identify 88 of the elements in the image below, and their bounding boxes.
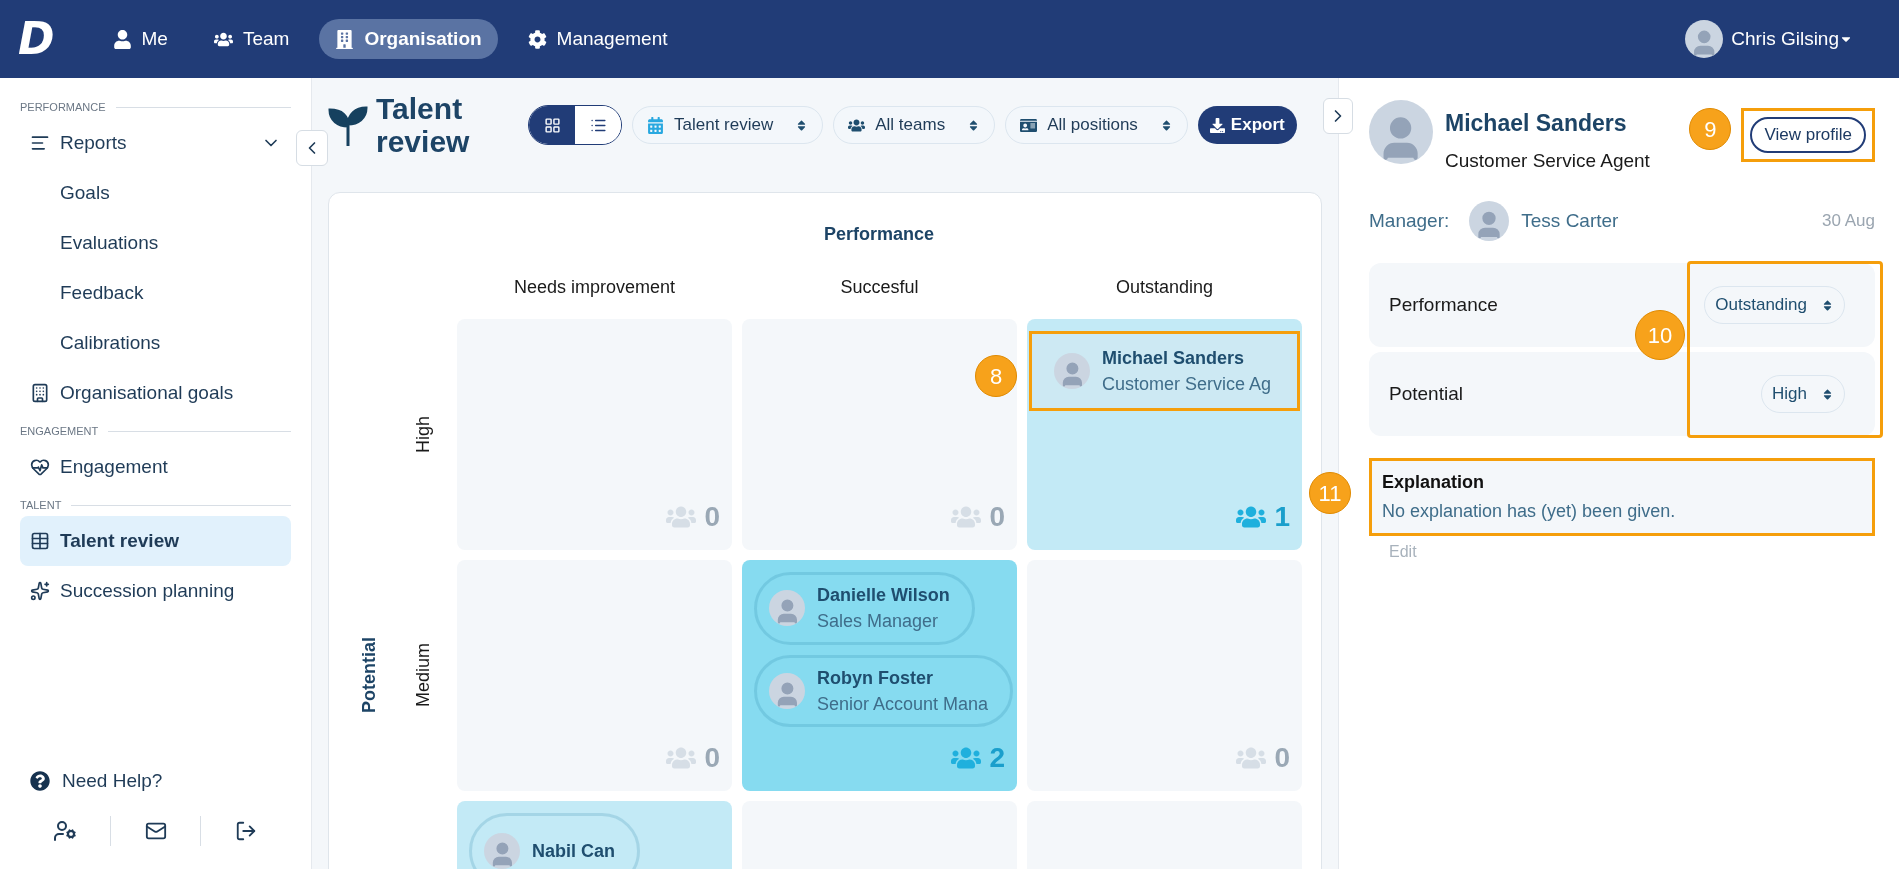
- review-date: 30 Aug: [1822, 210, 1875, 233]
- download-icon: [1209, 117, 1225, 133]
- person-name: Robyn Foster: [817, 666, 934, 690]
- nav-tab[interactable]: Organisation: [319, 19, 498, 59]
- manager-label: Manager:: [1369, 208, 1450, 233]
- person-pill[interactable]: Robyn Foster Senior Account Mana: [754, 654, 1014, 727]
- sidebar-item[interactable]: Calibrations: [20, 318, 291, 368]
- people-count: 2: [989, 741, 1005, 775]
- axis-title: Performance: [822, 223, 936, 246]
- sidebar-icon: [30, 383, 50, 403]
- matrix-cell[interactable]: Nabil Can: [457, 801, 732, 869]
- sidebar-item[interactable]: Feedback: [20, 268, 291, 318]
- nav-icon: [335, 29, 355, 49]
- sidebar-icon: [30, 581, 50, 601]
- avatar: [1685, 20, 1724, 58]
- view-profile-button[interactable]: View profile: [1750, 117, 1866, 153]
- avatar: [484, 833, 520, 869]
- sidebar-icon: [30, 457, 50, 477]
- nav-tab[interactable]: Me: [96, 19, 184, 59]
- column-label: Needs improvement: [512, 276, 677, 299]
- nav-tab[interactable]: Management: [511, 19, 684, 59]
- person-role: Sales Manager: [817, 610, 940, 634]
- nav-icon: [527, 29, 547, 49]
- sidebar-item[interactable]: Organisational goals: [20, 368, 291, 418]
- avatar: [1469, 201, 1510, 241]
- section-heading: ENGAGEMENT: [20, 423, 99, 439]
- nav-tab[interactable]: Team: [197, 19, 306, 59]
- matrix-cell[interactable]: Danielle Wilson Sales Manager Robyn Foster Senior Account Mana 2: [742, 560, 1017, 791]
- calendar-icon: [647, 116, 664, 134]
- matrix-cell[interactable]: Michael Sanders Customer Service Ag 1: [1027, 319, 1302, 550]
- filter-select[interactable]: Talent review: [632, 106, 824, 144]
- avatar: [769, 672, 805, 709]
- callout-badge: 9: [1689, 108, 1732, 150]
- help-link[interactable]: Need Help?: [0, 759, 311, 803]
- mail-icon[interactable]: [144, 820, 167, 842]
- export-button[interactable]: Export: [1197, 106, 1297, 144]
- person-pill[interactable]: Danielle Wilson Sales Manager: [754, 572, 975, 645]
- sidebar-item[interactable]: Evaluations: [20, 218, 291, 268]
- person-pill[interactable]: Nabil Can: [469, 813, 640, 869]
- sidebar-item[interactable]: Engagement: [20, 442, 291, 492]
- sidebar-item[interactable]: Reports: [20, 118, 291, 168]
- page-title: Talent review: [376, 92, 471, 158]
- explanation-title: Explanation: [1382, 471, 1485, 494]
- row-label: Medium: [411, 643, 434, 708]
- column-label: Succesful: [839, 276, 920, 299]
- row-label: High: [411, 416, 434, 453]
- sidebar-item[interactable]: Talent review: [20, 516, 291, 566]
- manager-name: Tess Carter: [1521, 208, 1619, 233]
- person-name: Nabil Can: [532, 839, 615, 863]
- explanation-text: No explanation has (yet) been given.: [1382, 500, 1677, 523]
- axis-title: Potential: [357, 637, 380, 714]
- people-count: 0: [1274, 741, 1290, 775]
- filter-select[interactable]: All teams: [833, 106, 996, 144]
- person-name: Danielle Wilson: [817, 584, 950, 608]
- sort-icon: [1821, 298, 1834, 312]
- positions-icon: [1020, 116, 1038, 134]
- person-card[interactable]: Michael Sanders Customer Service Ag: [1029, 331, 1300, 411]
- grid-icon: [543, 116, 561, 134]
- person-role: Senior Account Mana: [817, 692, 989, 716]
- section-heading: PERFORMANCE: [20, 99, 106, 115]
- avatar: [769, 590, 805, 627]
- column-label: Outstanding: [1114, 276, 1215, 299]
- help-icon: [30, 771, 50, 791]
- people-count: 0: [989, 500, 1005, 534]
- sidebar-item[interactable]: Succession planning: [20, 566, 291, 616]
- person-name: Michael Sanders: [1102, 346, 1246, 370]
- sidebar-icon: [30, 531, 50, 551]
- rating-label: Performance: [1389, 292, 1498, 317]
- people-count: 0: [704, 500, 720, 534]
- user-menu[interactable]: Chris Gilsing: [1731, 24, 1853, 54]
- sidebar-icon: [30, 133, 50, 153]
- logo[interactable]: D: [18, 17, 55, 61]
- filter-select[interactable]: All positions: [1005, 106, 1188, 144]
- avatar: [1054, 353, 1090, 389]
- section-heading: TALENT: [20, 497, 62, 513]
- employee-name: Michael Sanders: [1445, 109, 1628, 138]
- sort-icon: [1821, 387, 1834, 401]
- user-settings-icon[interactable]: [52, 819, 77, 843]
- view-toggle[interactable]: [575, 106, 621, 144]
- people-count: 0: [704, 741, 720, 775]
- sidebar-item[interactable]: Goals: [20, 168, 291, 218]
- nav-icon: [112, 29, 132, 49]
- rating-label: Potential: [1389, 381, 1463, 406]
- person-role: Customer Service Ag: [1102, 373, 1272, 396]
- people-count: 1: [1274, 500, 1290, 534]
- logout-icon[interactable]: [235, 820, 258, 842]
- view-toggle[interactable]: [529, 106, 575, 144]
- employee-role: Customer Service Agent: [1445, 148, 1650, 173]
